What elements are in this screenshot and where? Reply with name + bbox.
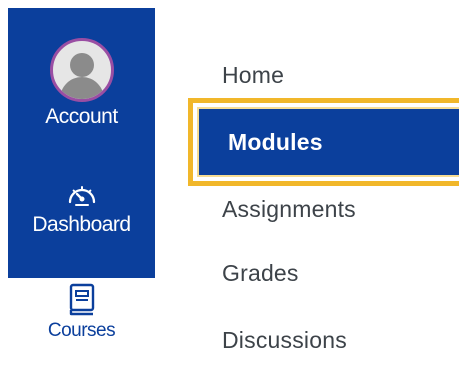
speedometer-icon [62, 176, 102, 210]
course-nav-item-assignments[interactable]: Assignments [222, 198, 356, 221]
course-nav-item-grades[interactable]: Grades [222, 262, 299, 285]
course-nav: Home Assignments Grades Discussions [188, 0, 459, 374]
course-nav-item-discussions[interactable]: Discussions [222, 329, 347, 352]
avatar-head-icon [69, 53, 94, 77]
avatar [49, 38, 114, 102]
global-nav-courses[interactable]: Courses [8, 283, 155, 340]
avatar-shoulders-icon [59, 77, 104, 99]
book-icon [62, 283, 102, 317]
course-nav-item-home[interactable]: Home [222, 64, 284, 87]
course-nav-item-modules-label: Modules [228, 128, 323, 155]
global-nav-account[interactable]: Account [8, 38, 155, 127]
global-nav-dashboard-label: Dashboard [32, 213, 131, 236]
global-nav: Account Dashboard Courses [0, 0, 155, 374]
modules-focus-highlight: Modules [188, 98, 459, 186]
global-nav-account-label: Account [45, 105, 118, 128]
global-nav-dashboard[interactable]: Dashboard [8, 176, 155, 235]
course-nav-item-modules[interactable]: Modules [199, 109, 459, 175]
global-nav-courses-label: Courses [47, 320, 116, 341]
